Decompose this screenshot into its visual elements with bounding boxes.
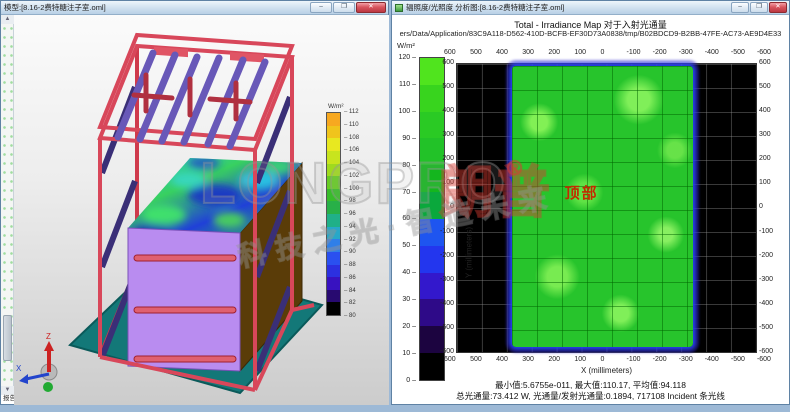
- stats-line-2: 总光通量:73.412 W, 光通量/发射光通量:0.1894, 717108 …: [392, 390, 789, 402]
- map-window-titlebar[interactable]: 辐照度/光照度 分析图:[8.16-2费特糖注子室.oml] – ❐ ✕: [392, 1, 789, 15]
- axis-triad: Z X: [16, 332, 57, 392]
- model-3d-viewport[interactable]: Z X W/m² 1121101081061041021009896949290…: [14, 15, 389, 405]
- axis-x-label: X: [16, 364, 22, 373]
- analysis-window-icon: [395, 4, 403, 12]
- model-window: 模型:[8.16-2费特糖注子室.oml] – ❐ ✕ ▲ ▼ 报告: [0, 0, 389, 405]
- x-axis-ticks-bottom: 6005004003002001000-100-200-300-400-500-…: [450, 356, 763, 365]
- x-axis-label: X (millimeters): [450, 366, 763, 375]
- illuminated-region: [512, 66, 693, 347]
- restore-button[interactable]: ❐: [333, 2, 355, 13]
- y-axis-ticks-left: 6005004003002001000-100-200-300-400-500-…: [432, 59, 454, 355]
- irradiance-map-window: 辐照度/光照度 分析图:[8.16-2费特糖注子室.oml] – ❐ ✕ Tot…: [391, 0, 790, 405]
- axis-z-label: Z: [46, 332, 51, 341]
- map-window-title: 辐照度/光照度 分析图:[8.16-2费特糖注子室.oml]: [406, 2, 564, 13]
- scrollbar-thumb[interactable]: [3, 315, 12, 361]
- box-front-face: [128, 228, 240, 371]
- plot-annotation: 顶部: [565, 182, 599, 203]
- close-button[interactable]: ✕: [356, 2, 386, 13]
- model-colorbar: W/m² 11211010810610410210098969492908886…: [326, 103, 388, 319]
- model-tree-scrollbar[interactable]: ▲ ▼: [1, 15, 14, 395]
- minimize-button[interactable]: –: [731, 2, 749, 13]
- restore-button[interactable]: ❐: [750, 2, 768, 13]
- model-window-title: 模型:[8.16-2费特糖注子室.oml]: [4, 2, 106, 13]
- y-axis-label: Y (millimeters): [465, 123, 474, 383]
- x-axis-ticks-top: 6005004003002001000-100-200-300-400-500-…: [450, 49, 763, 58]
- y-axis-ticks-right: 6005004003002001000-100-200-300-400-500-…: [759, 59, 781, 355]
- colorbar-tick-labels: 1201101009080706050403020100: [392, 54, 416, 384]
- model-colorbar-ticks: 1121101081061041021009896949290888684828…: [344, 109, 359, 319]
- colorbar-unit-label: W/m²: [397, 41, 415, 50]
- cage-top-rim: [100, 35, 292, 150]
- irradiance-plot-area[interactable]: 顶部 Y (millimeters): [456, 63, 757, 353]
- chart-subtitle-path: ers/Data/Application/83C9A118-D562-410D-…: [392, 29, 789, 38]
- minimize-button[interactable]: –: [310, 2, 332, 13]
- close-button[interactable]: ✕: [769, 2, 787, 13]
- model-colorbar-gradient: [326, 112, 341, 316]
- model-window-titlebar[interactable]: 模型:[8.16-2费特糖注子室.oml] – ❐ ✕: [1, 1, 388, 15]
- irradiance-chart: Total - Irradiance Map 对于入射光通量 ers/Data/…: [392, 15, 789, 404]
- scroll-up-icon[interactable]: ▲: [1, 15, 14, 24]
